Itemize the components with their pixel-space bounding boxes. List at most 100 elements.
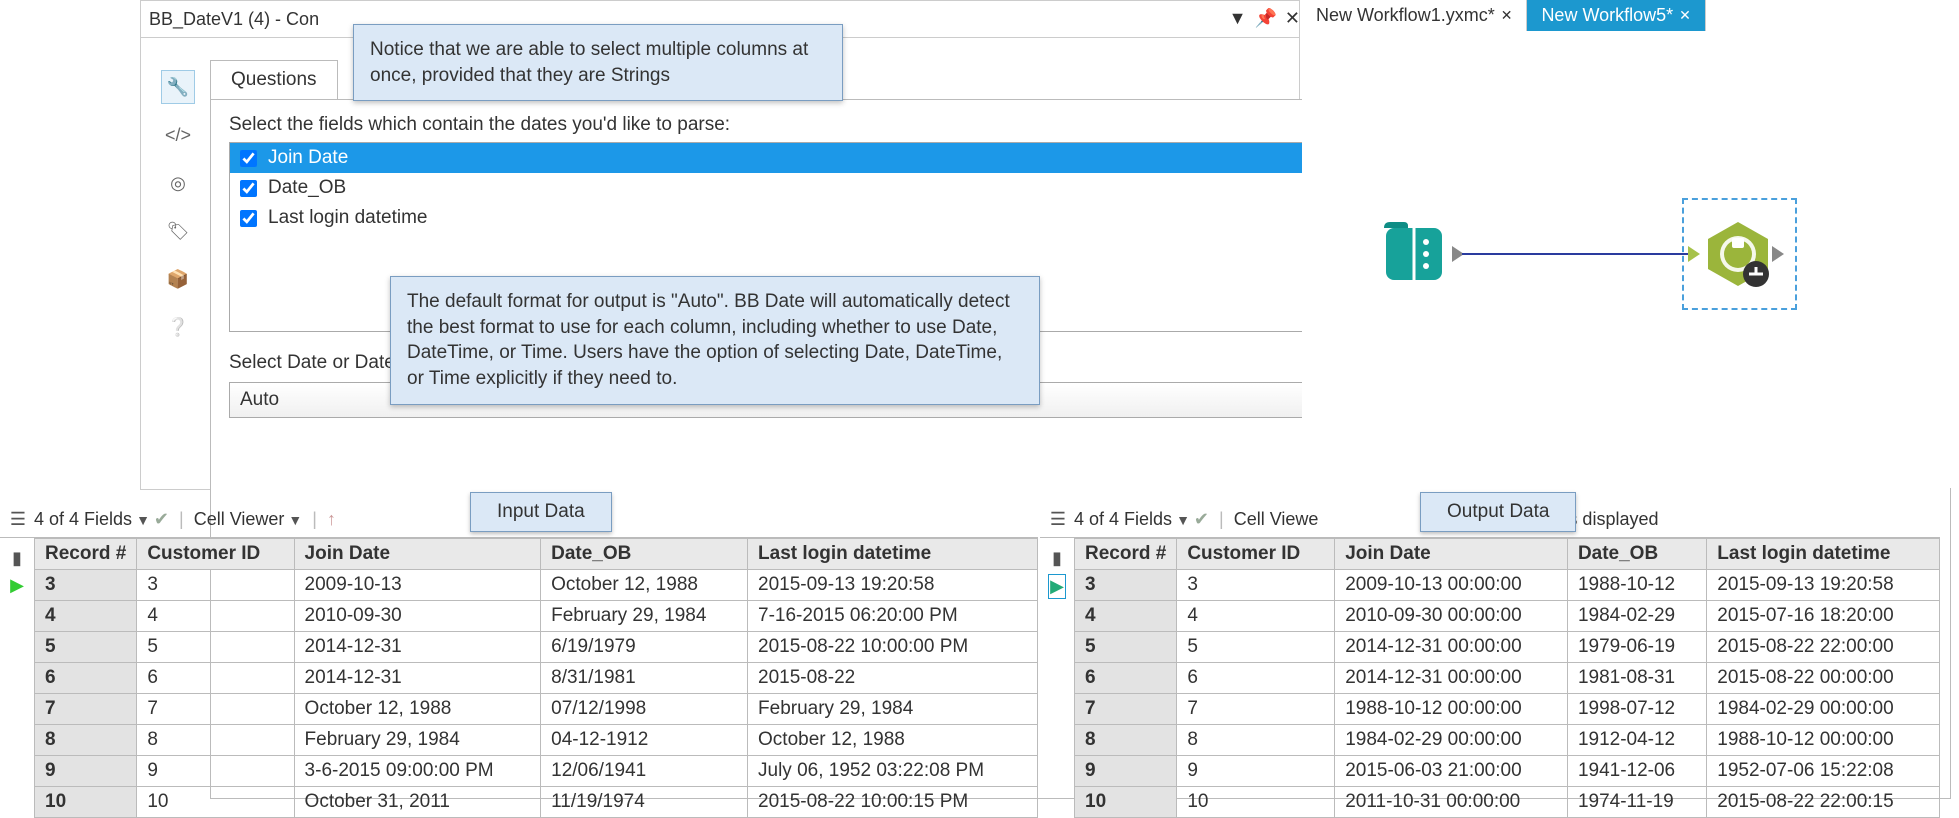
cell: 9 — [1177, 756, 1335, 787]
cell: 2015-08-22 — [748, 663, 1038, 694]
field-checkbox[interactable] — [240, 210, 257, 227]
column-header[interactable]: Record # — [35, 539, 137, 570]
table-row[interactable]: 10102011-10-31 00:00:001974-11-192015-08… — [1075, 787, 1940, 818]
tool-bb-date-macro[interactable] — [1702, 218, 1774, 290]
close-icon[interactable]: ✕ — [1501, 7, 1513, 24]
wrench-icon[interactable]: 🔧 — [161, 70, 195, 104]
list-icon[interactable]: ☰ — [6, 509, 30, 530]
field-checkbox[interactable] — [240, 150, 257, 167]
field-checkbox[interactable] — [240, 180, 257, 197]
cell: 04-12-1912 — [541, 725, 748, 756]
connection-wire[interactable] — [1462, 253, 1697, 255]
cell: 9 — [137, 756, 294, 787]
bookmark-icon[interactable]: ▮ — [1052, 548, 1062, 569]
table-row[interactable]: 993-6-2015 09:00:00 PM12/06/1941July 06,… — [35, 756, 1038, 787]
tab-questions[interactable]: Questions — [210, 60, 338, 99]
table-row[interactable]: 332009-10-13 00:00:001988-10-122015-09-1… — [1075, 570, 1940, 601]
chevron-down-icon[interactable]: ▼ — [136, 512, 150, 528]
bookmark-icon[interactable]: ▮ — [12, 548, 22, 569]
play-icon[interactable]: ▶ — [10, 575, 24, 596]
input-data-table[interactable]: Record #Customer IDJoin DateDate_OBLast … — [34, 538, 1038, 818]
cell: 2011-10-31 00:00:00 — [1335, 787, 1568, 818]
record-number: 4 — [35, 601, 137, 632]
check-icon[interactable]: ✔ — [1194, 509, 1209, 530]
list-icon[interactable]: ☰ — [1046, 509, 1070, 530]
chevron-down-icon[interactable]: ▼ — [288, 512, 302, 528]
table-row[interactable]: 77October 12, 198807/12/1998February 29,… — [35, 694, 1038, 725]
table-row[interactable]: 552014-12-31 00:00:001979-06-192015-08-2… — [1075, 632, 1940, 663]
cell: 1981-08-31 — [1567, 663, 1706, 694]
panel-header-controls: ▼ 📌 ✕ — [1130, 0, 1300, 36]
cell: October 12, 1988 — [748, 725, 1038, 756]
cell: 2015-08-22 22:00:15 — [1707, 787, 1940, 818]
cell: 8 — [1177, 725, 1335, 756]
sort-up-icon[interactable]: ↑ — [327, 509, 336, 530]
cell: 2015-08-22 10:00:00 PM — [748, 632, 1038, 663]
cell: 3 — [1177, 570, 1335, 601]
column-header[interactable]: Join Date — [1335, 539, 1568, 570]
column-header[interactable]: Join Date — [294, 539, 541, 570]
chevron-down-icon[interactable]: ▼ — [1176, 512, 1190, 528]
column-header[interactable]: Record # — [1075, 539, 1177, 570]
cell-viewer-label[interactable]: Cell Viewer — [194, 509, 285, 530]
cell: 2014-12-31 — [294, 663, 541, 694]
record-number: 9 — [1075, 756, 1177, 787]
output-port-icon[interactable] — [1772, 246, 1784, 262]
code-xml-icon[interactable]: </> — [161, 118, 195, 152]
cell-viewer-label[interactable]: Cell Viewe — [1234, 509, 1319, 530]
cell: 2015-06-03 21:00:00 — [1335, 756, 1568, 787]
close-icon[interactable]: ✕ — [1679, 7, 1691, 24]
output-data-table[interactable]: Record #Customer IDJoin DateDate_OBLast … — [1074, 538, 1940, 818]
cell: 2010-09-30 00:00:00 — [1335, 601, 1568, 632]
cell: 11/19/1974 — [541, 787, 748, 818]
cell: 2015-08-22 00:00:00 — [1707, 663, 1940, 694]
tool-input-data[interactable] — [1382, 218, 1454, 290]
cell: 1912-04-12 — [1567, 725, 1706, 756]
column-header[interactable]: Customer ID — [137, 539, 294, 570]
record-number: 10 — [35, 787, 137, 818]
cell: 1941-12-06 — [1567, 756, 1706, 787]
select-fields-label: Select the fields which contain the date… — [229, 114, 730, 136]
record-number: 5 — [35, 632, 137, 663]
column-header[interactable]: Customer ID — [1177, 539, 1335, 570]
dropdown-icon[interactable]: ▼ — [1229, 8, 1247, 29]
cell: October 31, 2011 — [294, 787, 541, 818]
record-number: 8 — [35, 725, 137, 756]
vertical-toolbar: 🔧 </> ◎ 🏷 📦 ❔ — [158, 70, 198, 344]
table-row[interactable]: 992015-06-03 21:00:001941-12-061952-07-0… — [1075, 756, 1940, 787]
input-port-icon[interactable] — [1688, 246, 1700, 262]
column-header[interactable]: Last login datetime — [1707, 539, 1940, 570]
cell: 2014-12-31 00:00:00 — [1335, 663, 1568, 694]
tab-workflow-5[interactable]: New Workflow5* ✕ — [1527, 0, 1705, 31]
tab-workflow-1[interactable]: New Workflow1.yxmc* ✕ — [1302, 0, 1527, 31]
table-row[interactable]: 662014-12-318/31/19812015-08-22 — [35, 663, 1038, 694]
cell: 7-16-2015 06:20:00 PM — [748, 601, 1038, 632]
table-row[interactable]: 552014-12-316/19/19792015-08-22 10:00:00… — [35, 632, 1038, 663]
target-icon[interactable]: ◎ — [161, 166, 195, 200]
table-row[interactable]: 1010October 31, 201111/19/19742015-08-22… — [35, 787, 1038, 818]
cell: 6 — [137, 663, 294, 694]
table-row[interactable]: 332009-10-13October 12, 19882015-09-13 1… — [35, 570, 1038, 601]
workflow-canvas[interactable] — [1302, 38, 1959, 488]
pin-icon[interactable]: 📌 — [1254, 8, 1276, 29]
column-header[interactable]: Date_OB — [541, 539, 748, 570]
table-row[interactable]: 771988-10-12 00:00:001998-07-121984-02-2… — [1075, 694, 1940, 725]
play-icon[interactable]: ▶ — [1049, 575, 1065, 598]
tag-icon[interactable]: 🏷 — [161, 214, 195, 248]
cell: 1979-06-19 — [1567, 632, 1706, 663]
cell: 07/12/1998 — [541, 694, 748, 725]
table-row[interactable]: 881984-02-29 00:00:001912-04-121988-10-1… — [1075, 725, 1940, 756]
package-icon[interactable]: 📦 — [161, 262, 195, 296]
record-number: 5 — [1075, 632, 1177, 663]
column-header[interactable]: Date_OB — [1567, 539, 1706, 570]
table-row[interactable]: 442010-09-30February 29, 19847-16-2015 0… — [35, 601, 1038, 632]
help-icon[interactable]: ❔ — [161, 310, 195, 344]
close-panel-icon[interactable]: ✕ — [1285, 8, 1300, 29]
table-row[interactable]: 88February 29, 198404-12-1912October 12,… — [35, 725, 1038, 756]
callout-multiselect: Notice that we are able to select multip… — [353, 24, 843, 101]
table-row[interactable]: 442010-09-30 00:00:001984-02-292015-07-1… — [1075, 601, 1940, 632]
check-icon[interactable]: ✔ — [154, 509, 169, 530]
table-row[interactable]: 662014-12-31 00:00:001981-08-312015-08-2… — [1075, 663, 1940, 694]
column-header[interactable]: Last login datetime — [748, 539, 1038, 570]
cell: 12/06/1941 — [541, 756, 748, 787]
